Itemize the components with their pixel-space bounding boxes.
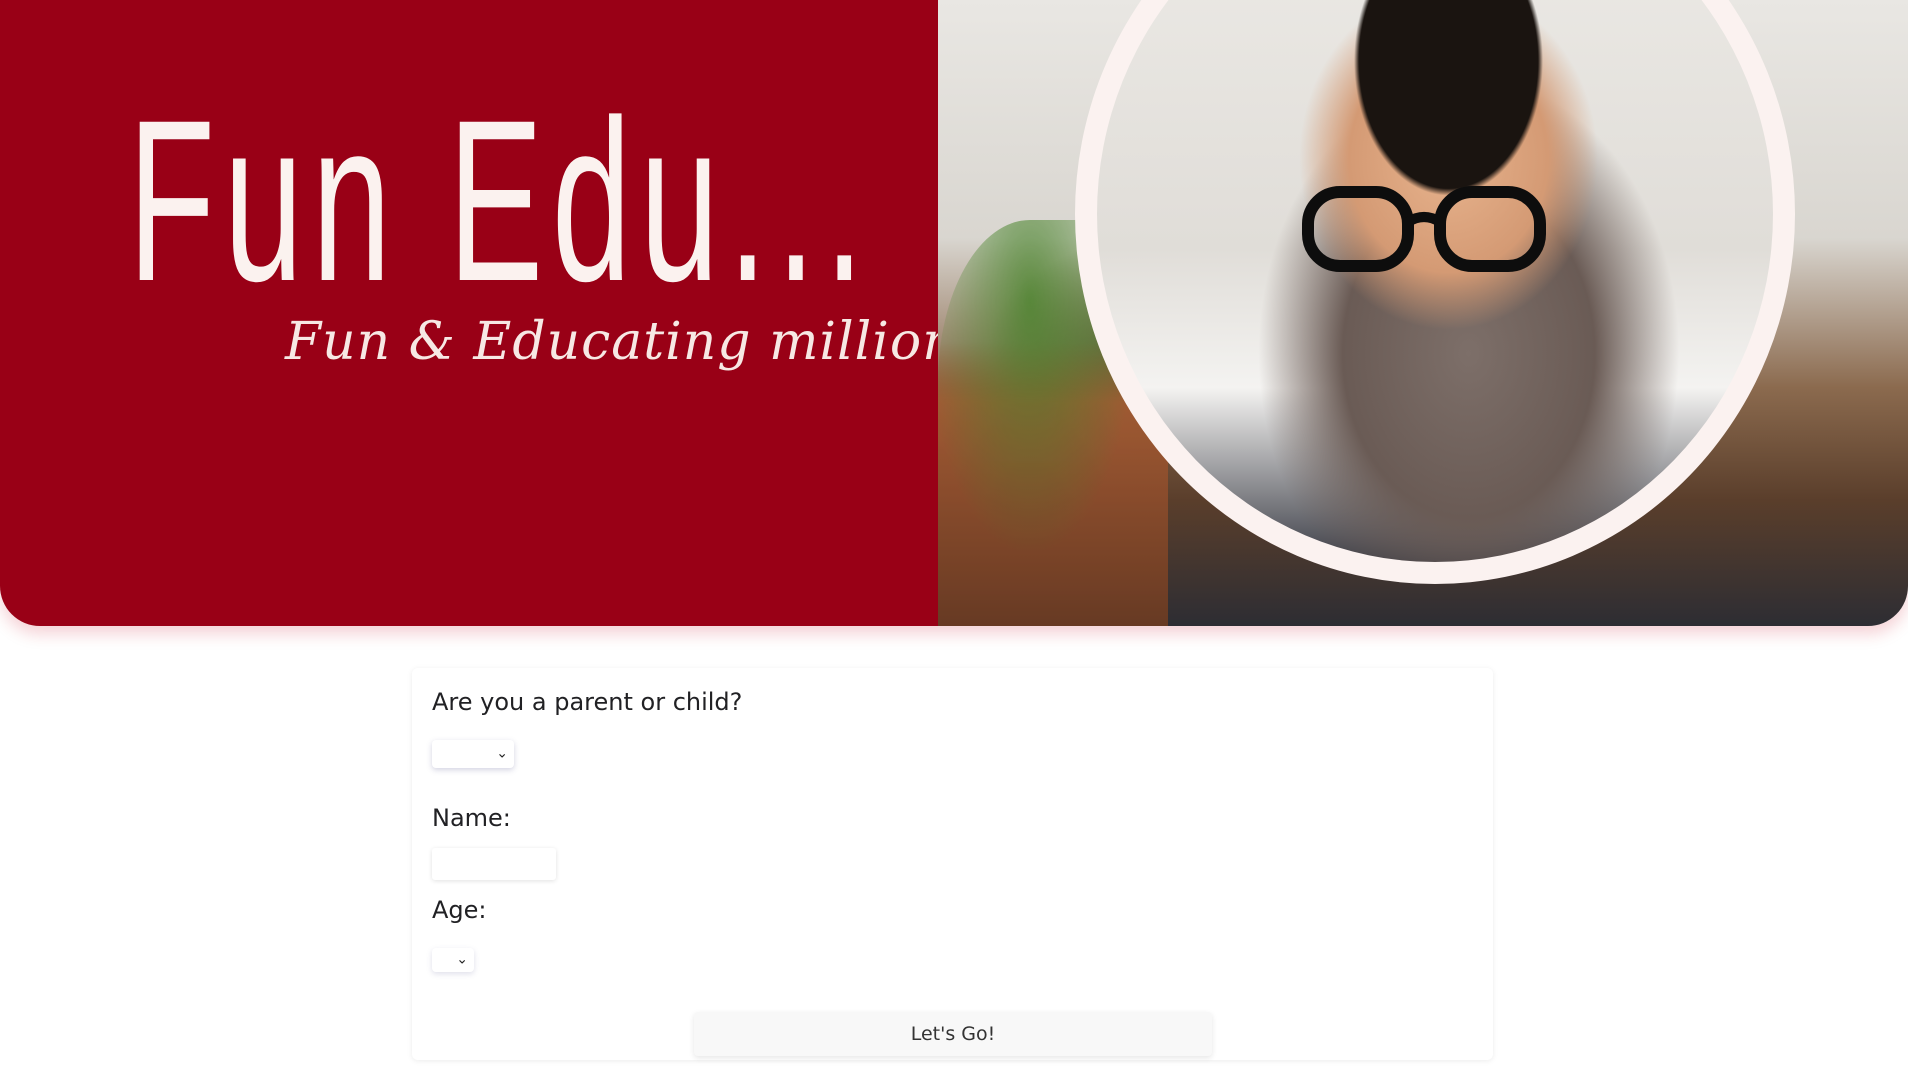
hero-banner: Fun Edu... Fun & Educating millions... — [0, 0, 1908, 626]
brand-title: Fun Edu... — [128, 72, 873, 329]
glasses-graphic — [1302, 186, 1546, 272]
name-input[interactable] — [432, 848, 556, 880]
age-select[interactable]: ⌄ — [432, 948, 474, 972]
lets-go-button[interactable]: Let's Go! — [694, 1012, 1212, 1056]
role-select[interactable]: ⌄ — [432, 740, 514, 768]
chevron-down-icon: ⌄ — [496, 745, 508, 762]
hero-brand-panel: Fun Edu... Fun & Educating millions... — [0, 0, 1036, 626]
age-label: Age: — [432, 896, 487, 924]
role-label: Are you a parent or child? — [432, 688, 743, 716]
brand-tagline: Fun & Educating millions... — [285, 312, 1038, 372]
chevron-down-icon: ⌄ — [456, 951, 468, 968]
name-label: Name: — [432, 804, 511, 832]
signup-form: Are you a parent or child? ⌄ Name: Age: … — [412, 668, 1493, 1060]
